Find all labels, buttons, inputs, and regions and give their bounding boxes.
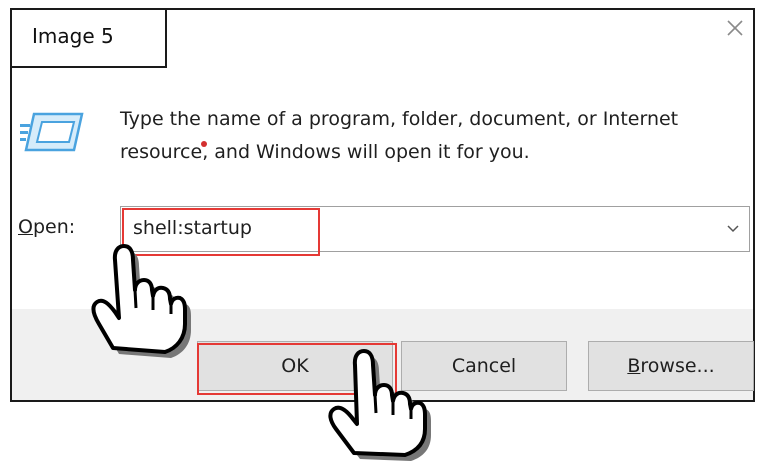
hand-pointer-icon: [328, 349, 431, 461]
open-label-access-key: O: [18, 216, 33, 238]
open-label: Open:: [18, 216, 75, 238]
run-icon: [20, 112, 84, 152]
description-line-2: resource, and Windows will open it for y…: [120, 136, 750, 169]
browse-access-key: B: [627, 355, 641, 377]
image-caption: Image 5: [12, 10, 167, 68]
browse-button-label: rowse...: [640, 355, 715, 377]
close-icon[interactable]: [721, 14, 749, 42]
dialog-description: Type the name of a program, folder, docu…: [120, 103, 750, 169]
open-label-rest: pen:: [32, 216, 76, 238]
hand-pointer-icon: [91, 244, 191, 358]
caption-text: Image 5: [32, 24, 114, 48]
cancel-button-label: Cancel: [451, 355, 517, 377]
description-line-2-rest: , and Windows will open it for you.: [202, 141, 530, 163]
description-line-1: Type the name of a program, folder, docu…: [120, 108, 679, 130]
description-word-resource: resource: [120, 141, 203, 163]
browse-button[interactable]: Browse...: [588, 341, 754, 391]
red-dot-marker: [201, 141, 207, 147]
chevron-down-icon[interactable]: [725, 221, 741, 237]
